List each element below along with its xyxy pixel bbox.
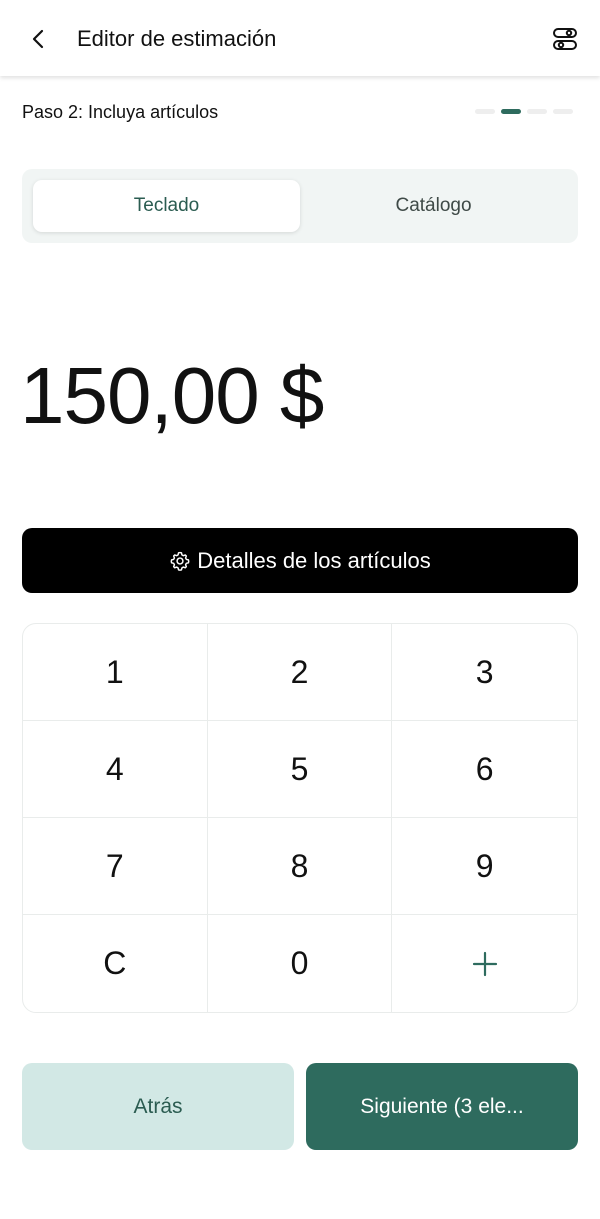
- page-title: Editor de estimación: [77, 26, 277, 51]
- key-1[interactable]: 1: [23, 624, 208, 721]
- item-details-label: Detalles de los artículos: [197, 547, 431, 573]
- next-step-button[interactable]: Siguiente (3 ele...: [306, 1063, 578, 1150]
- key-8[interactable]: 8: [207, 818, 393, 915]
- step-indicator: [475, 109, 573, 114]
- back-step-button[interactable]: Atrás: [22, 1063, 294, 1150]
- plus-icon: [472, 951, 497, 976]
- key-4[interactable]: 4: [23, 721, 208, 818]
- key-7[interactable]: 7: [23, 818, 208, 915]
- estimate-editor-screen: Editor de estimación Paso 2: Incluya art…: [0, 0, 600, 1219]
- item-details-button[interactable]: Detalles de los artículos: [22, 528, 578, 593]
- tab-catalog[interactable]: Catálogo: [300, 180, 567, 232]
- key-0[interactable]: 0: [208, 915, 393, 1012]
- tab-keypad[interactable]: Teclado: [33, 180, 300, 232]
- key-2[interactable]: 2: [207, 624, 393, 721]
- step-label: Paso 2: Incluya artículos: [22, 102, 219, 122]
- key-3[interactable]: 3: [392, 624, 577, 721]
- input-mode-tabs: Teclado Catálogo: [22, 169, 578, 243]
- toggles-icon: [553, 28, 577, 50]
- key-9[interactable]: 9: [392, 818, 577, 915]
- amount-display: 150,00 $: [20, 351, 324, 440]
- back-button[interactable]: [22, 22, 56, 56]
- key-add[interactable]: [392, 915, 577, 1012]
- step-dot: [553, 109, 573, 114]
- step-dot: [475, 109, 495, 114]
- step-dot-active: [501, 109, 521, 114]
- key-6[interactable]: 6: [392, 721, 577, 818]
- gear-icon: [170, 551, 190, 571]
- numeric-keypad: 1 2 3 4 5 6 7 8 9 C 0: [22, 623, 578, 1013]
- app-header: Editor de estimación: [0, 0, 600, 76]
- key-5[interactable]: 5: [207, 721, 393, 818]
- filter-settings-button[interactable]: [548, 22, 582, 56]
- chevron-left-icon: [32, 29, 44, 49]
- key-clear[interactable]: C: [23, 915, 208, 1012]
- step-dot: [527, 109, 547, 114]
